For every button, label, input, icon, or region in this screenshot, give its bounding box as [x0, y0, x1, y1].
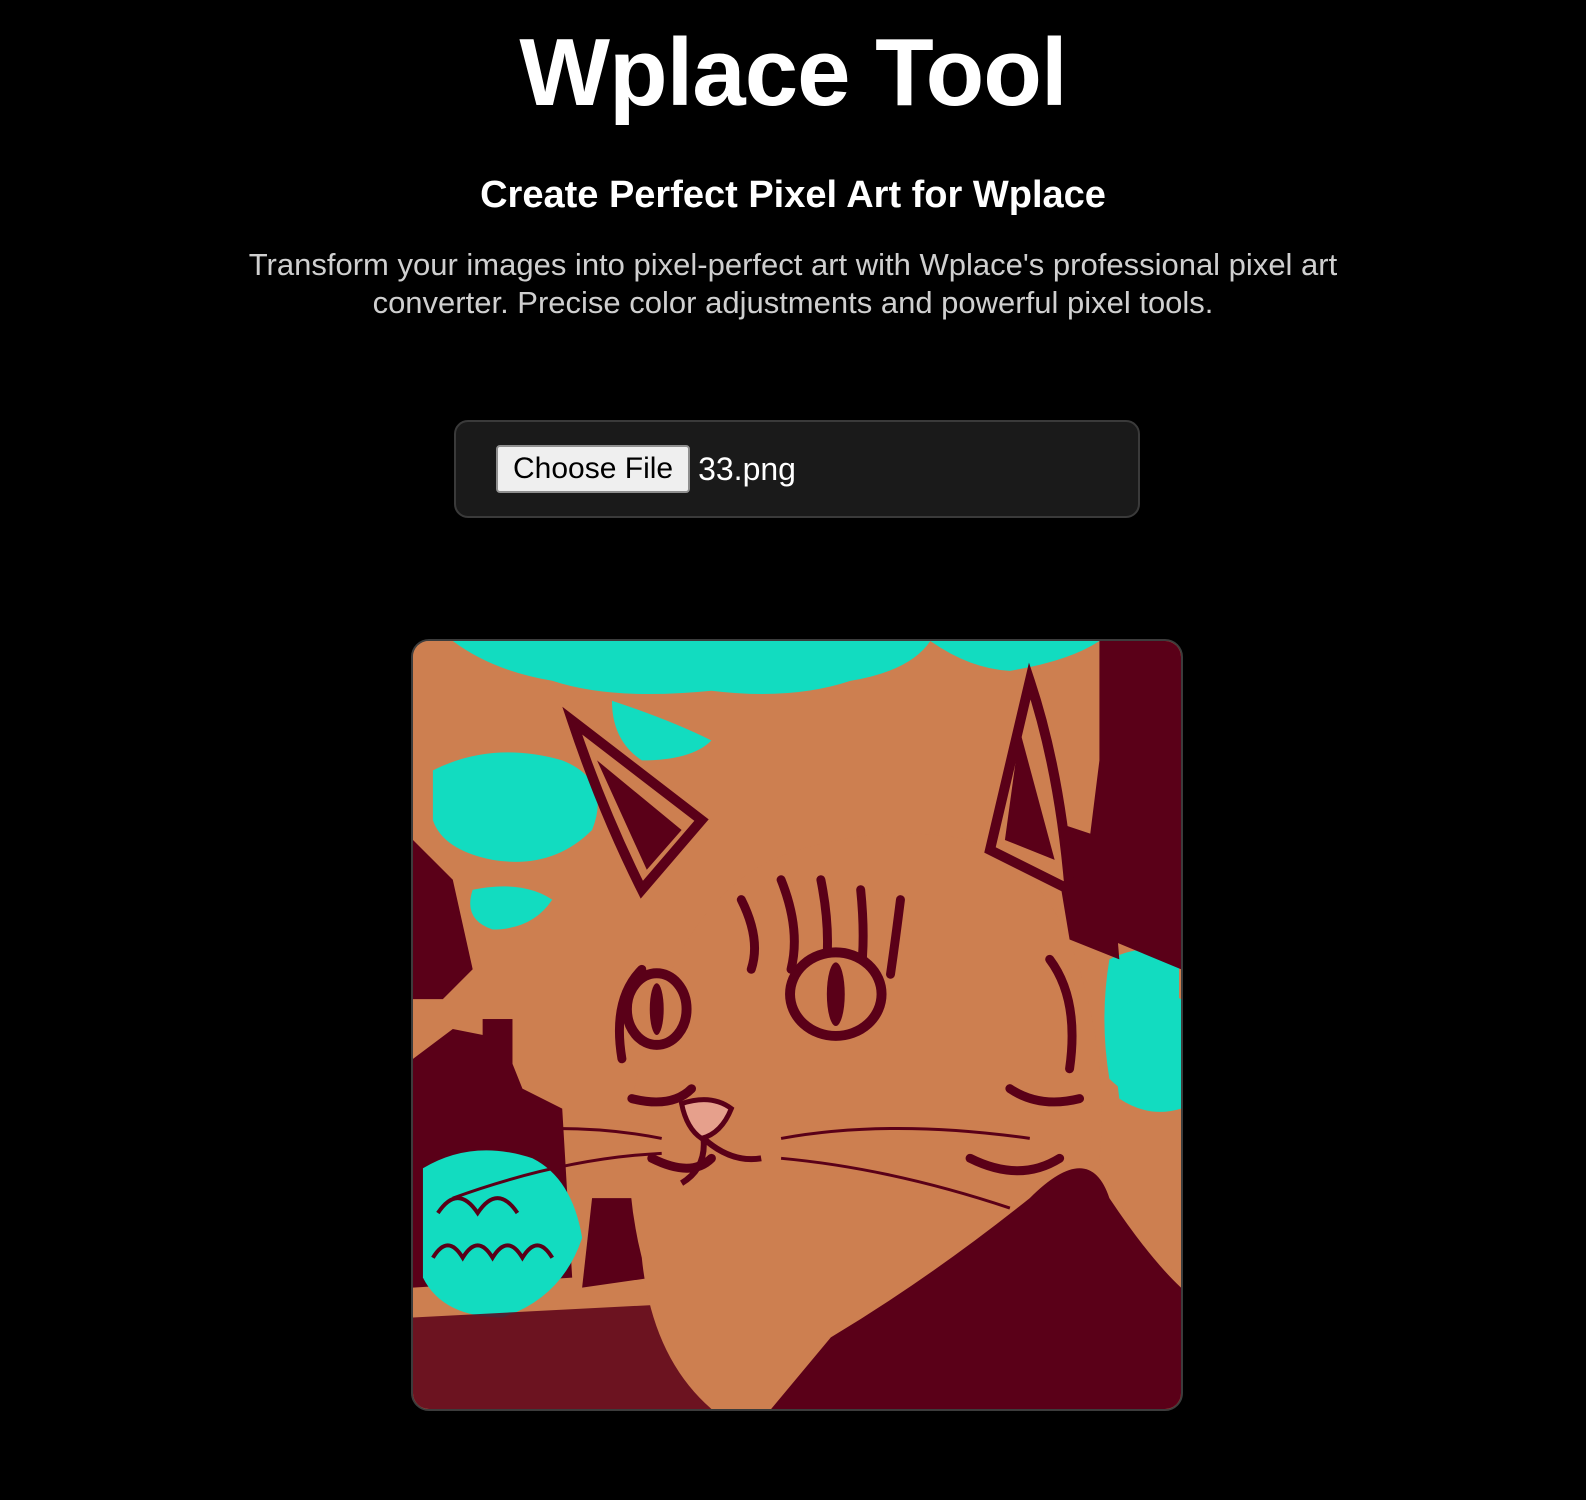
file-upload-panel: Choose File 33.png [454, 420, 1140, 518]
page-title: Wplace Tool [519, 19, 1067, 126]
pixel-art-preview [411, 639, 1183, 1411]
preview-image [413, 641, 1181, 1409]
page-subtitle: Create Perfect Pixel Art for Wplace [480, 174, 1106, 216]
selected-file-name: 33.png [698, 450, 796, 487]
page-description: Transform your images into pixel-perfect… [248, 247, 1338, 320]
choose-file-button[interactable]: Choose File [496, 445, 691, 493]
